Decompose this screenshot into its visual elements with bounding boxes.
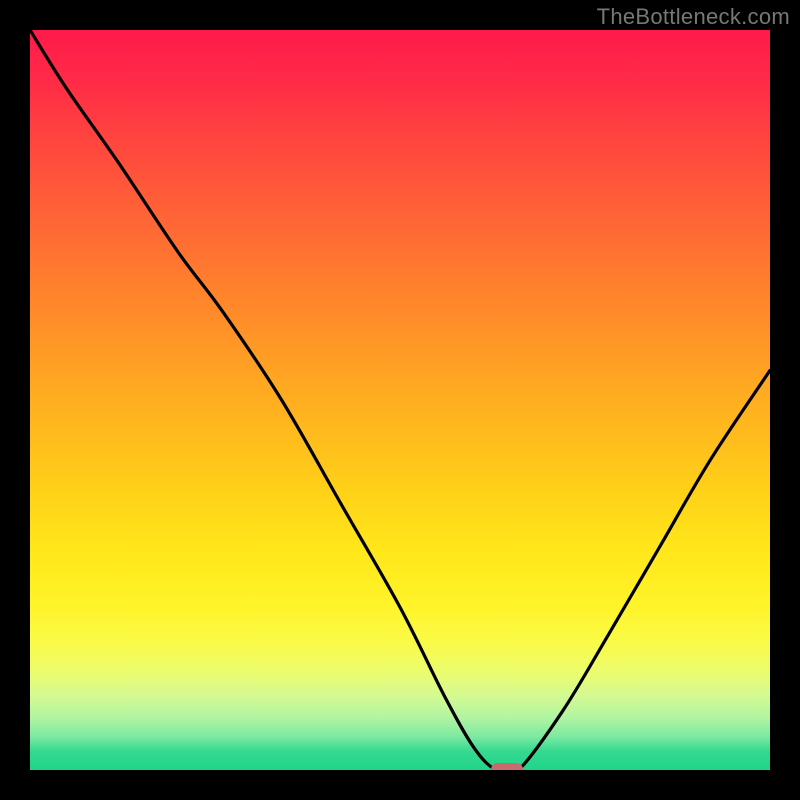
optimal-marker: [491, 763, 523, 770]
chart-frame: TheBottleneck.com: [0, 0, 800, 800]
bottleneck-curve: [30, 30, 770, 770]
curve-path: [30, 30, 770, 770]
watermark-text: TheBottleneck.com: [597, 4, 790, 30]
plot-area: [30, 30, 770, 770]
